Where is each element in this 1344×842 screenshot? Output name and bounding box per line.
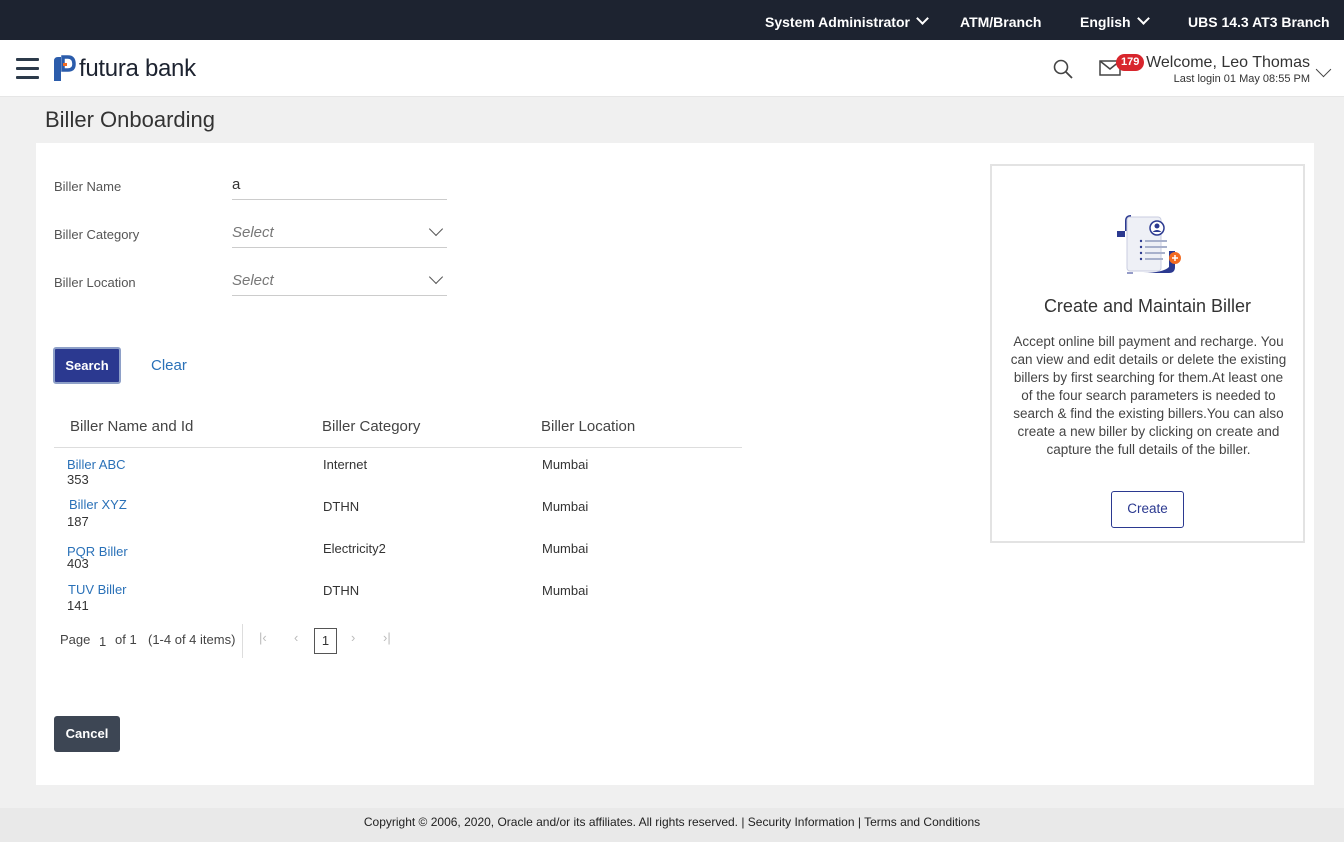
biller-category-cell: DTHN — [323, 583, 360, 598]
last-login-text: Last login 01 May 08:55 PM — [1173, 73, 1310, 85]
biller-category-cell: DTHN — [323, 499, 360, 514]
language-label: English — [1080, 14, 1131, 30]
biller-category-cell: Electricity2 — [323, 541, 386, 556]
biller-location-cell: Mumbai — [542, 541, 589, 556]
role-dropdown[interactable]: System Administrator — [765, 0, 929, 40]
column-header-location: Biller Location — [541, 418, 636, 435]
biller-name-input[interactable]: a — [232, 170, 447, 200]
biller-location-cell: Mumbai — [542, 499, 589, 514]
column-header-category: Biller Category — [322, 418, 421, 435]
welcome-text: Welcome, Leo Thomas — [1146, 54, 1310, 71]
search-button[interactable]: Search — [53, 347, 121, 384]
create-button[interactable]: Create — [1111, 491, 1184, 528]
app-header: futura bank 179 Welcome, Leo Thomas Last… — [0, 40, 1344, 97]
clear-button[interactable]: Clear — [151, 357, 187, 374]
chevron-down-icon — [916, 12, 929, 25]
biller-location-placeholder: Select — [232, 272, 274, 289]
column-header-name: Biller Name and Id — [70, 418, 194, 435]
biller-name-value: a — [232, 176, 241, 193]
biller-id: 187 — [67, 514, 89, 529]
last-page-icon[interactable]: ›| — [383, 630, 391, 645]
items-count: (1-4 of 4 items) — [148, 632, 236, 647]
chevron-down-icon — [428, 269, 444, 285]
biller-category-cell: Internet — [323, 457, 368, 472]
chevron-down-icon[interactable] — [1315, 61, 1332, 78]
page-label: Page — [60, 632, 91, 647]
brand-logo[interactable]: futura bank — [50, 55, 196, 83]
biller-name-label: Biller Name — [54, 179, 122, 194]
prev-page-icon[interactable]: ‹ — [294, 630, 298, 645]
hamburger-icon[interactable] — [16, 58, 39, 80]
biller-link[interactable]: TUV Biller — [68, 582, 127, 597]
atm-branch-link[interactable]: ATM/Branch — [960, 0, 1041, 40]
biller-location-select[interactable]: Select — [232, 266, 447, 296]
biller-illustration — [1117, 215, 1181, 274]
search-icon[interactable] — [1052, 58, 1074, 80]
biller-link[interactable]: Biller ABC — [67, 457, 126, 472]
biller-id: 141 — [67, 598, 89, 613]
biller-location-label: Biller Location — [54, 275, 136, 290]
cancel-button[interactable]: Cancel — [54, 716, 120, 752]
biller-category-select[interactable]: Select — [232, 218, 447, 248]
biller-location-cell: Mumbai — [542, 583, 589, 598]
biller-link[interactable]: Biller XYZ — [69, 497, 127, 512]
top-bar: System Administrator ATM/Branch English … — [0, 0, 1344, 69]
page-number[interactable]: 1 — [99, 634, 106, 649]
first-page-icon[interactable]: |‹ — [259, 630, 267, 645]
biller-category-label: Biller Category — [54, 227, 140, 242]
footer-copyright: Copyright © 2006, 2020, Oracle and/or it… — [363, 815, 981, 829]
footer: Copyright © 2006, 2020, Oracle and/or it… — [0, 808, 1344, 842]
table-header-divider — [54, 447, 742, 448]
biller-id: 403 — [67, 556, 89, 571]
chevron-down-icon — [428, 221, 444, 237]
current-page-button[interactable]: 1 — [314, 628, 337, 654]
biller-location-cell: Mumbai — [542, 457, 589, 472]
page-of-label: of 1 — [115, 632, 137, 647]
chevron-down-icon — [1136, 12, 1150, 25]
card-title: Create and Maintain Biller — [1043, 296, 1252, 316]
card-description: Accept online bill payment and recharge.… — [1010, 334, 1287, 457]
language-dropdown[interactable]: English — [1080, 0, 1150, 40]
next-page-icon[interactable]: › — [351, 630, 355, 645]
pager-divider — [242, 624, 243, 658]
version-dropdown[interactable]: UBS 14.3 AT3 Branch — [1188, 0, 1344, 69]
brand-name: futura bank — [79, 55, 196, 82]
page-title: Biller Onboarding — [45, 107, 215, 132]
biller-category-placeholder: Select — [232, 224, 274, 241]
role-label: System Administrator — [765, 14, 910, 30]
futura-logo — [54, 55, 76, 81]
version-label: UBS 14.3 AT3 Branch — [1188, 14, 1330, 30]
biller-id: 353 — [67, 472, 89, 487]
create-biller-card: Create and Maintain Biller Accept online… — [990, 164, 1305, 543]
